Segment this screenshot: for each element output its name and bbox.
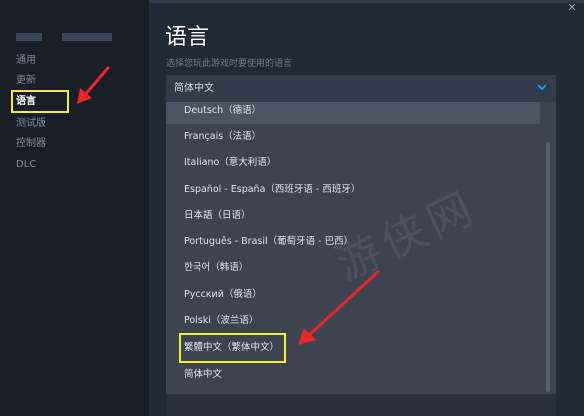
close-icon[interactable]: ✕ xyxy=(566,2,578,14)
language-option-label: 한국어（韩语） xyxy=(184,262,249,273)
language-option-italiano[interactable]: Italiano（意大利语） xyxy=(166,150,540,176)
language-option-polski[interactable]: Polski（波兰语） xyxy=(166,308,540,334)
language-option-espanol[interactable]: Español - España（西班牙语 - 西班牙） xyxy=(166,177,540,203)
sidebar-blurred-header xyxy=(62,33,112,41)
language-option-simplified-chinese[interactable]: 简体中文 xyxy=(166,362,540,388)
window-top-bar xyxy=(149,0,584,3)
sidebar: 通用 更新 语言 测试版 控制器 DLC xyxy=(0,0,149,416)
language-option-korean[interactable]: 한국어（韩语） xyxy=(166,255,540,281)
sidebar-item-updates[interactable]: 更新 xyxy=(16,75,36,87)
language-dropdown-list: Deutsch（德语） Français（法语） Italiano（意大利语） … xyxy=(166,102,556,394)
language-option-label: 日本語（日语） xyxy=(184,210,251,221)
page-title: 语言 xyxy=(165,25,210,50)
language-option-label: Italiano（意大利语） xyxy=(184,157,277,168)
sidebar-item-betas[interactable]: 测试版 xyxy=(16,118,46,130)
language-select[interactable]: 简体中文 xyxy=(166,75,556,102)
language-option-deutsch[interactable]: Deutsch（德语） xyxy=(166,102,540,124)
language-option-label: 简体中文 xyxy=(184,369,223,380)
language-option-label: Polski（波兰语） xyxy=(184,315,259,326)
language-option-label: Español - España（西班牙语 - 西班牙） xyxy=(184,184,361,195)
sidebar-blurred-header xyxy=(16,33,42,41)
language-option-label: 繁體中文（繁体中文） xyxy=(184,342,280,353)
language-option-label: Deutsch（德语） xyxy=(184,105,262,116)
settings-window: 通用 更新 语言 测试版 控制器 DLC ✕ 语言 选择您玩此游戏时要使用的语言… xyxy=(0,0,584,416)
sidebar-item-dlc[interactable]: DLC xyxy=(16,159,36,171)
language-option-label: Русский（俄语） xyxy=(184,289,262,300)
chevron-down-icon xyxy=(537,84,547,91)
sidebar-item-language[interactable]: 语言 xyxy=(16,96,36,108)
language-select-value: 简体中文 xyxy=(174,83,214,94)
language-option-portugues[interactable]: Português - Brasil（葡萄牙语 - 巴西） xyxy=(166,229,540,255)
sidebar-item-controller[interactable]: 控制器 xyxy=(16,138,46,150)
sidebar-item-general[interactable]: 通用 xyxy=(16,55,36,67)
language-option-traditional-chinese[interactable]: 繁體中文（繁体中文） xyxy=(166,335,540,361)
language-option-russian[interactable]: Русский（俄语） xyxy=(166,282,540,308)
dropdown-bottom-area xyxy=(166,394,556,416)
dropdown-scrollbar[interactable] xyxy=(546,142,550,392)
language-option-francais[interactable]: Français（法语） xyxy=(166,124,540,150)
language-option-label: Français（法语） xyxy=(184,131,262,142)
language-option-japanese[interactable]: 日本語（日语） xyxy=(166,203,540,229)
page-subtitle: 选择您玩此游戏时要使用的语言 xyxy=(166,59,293,69)
language-option-label: Português - Brasil（葡萄牙语 - 巴西） xyxy=(184,236,354,247)
